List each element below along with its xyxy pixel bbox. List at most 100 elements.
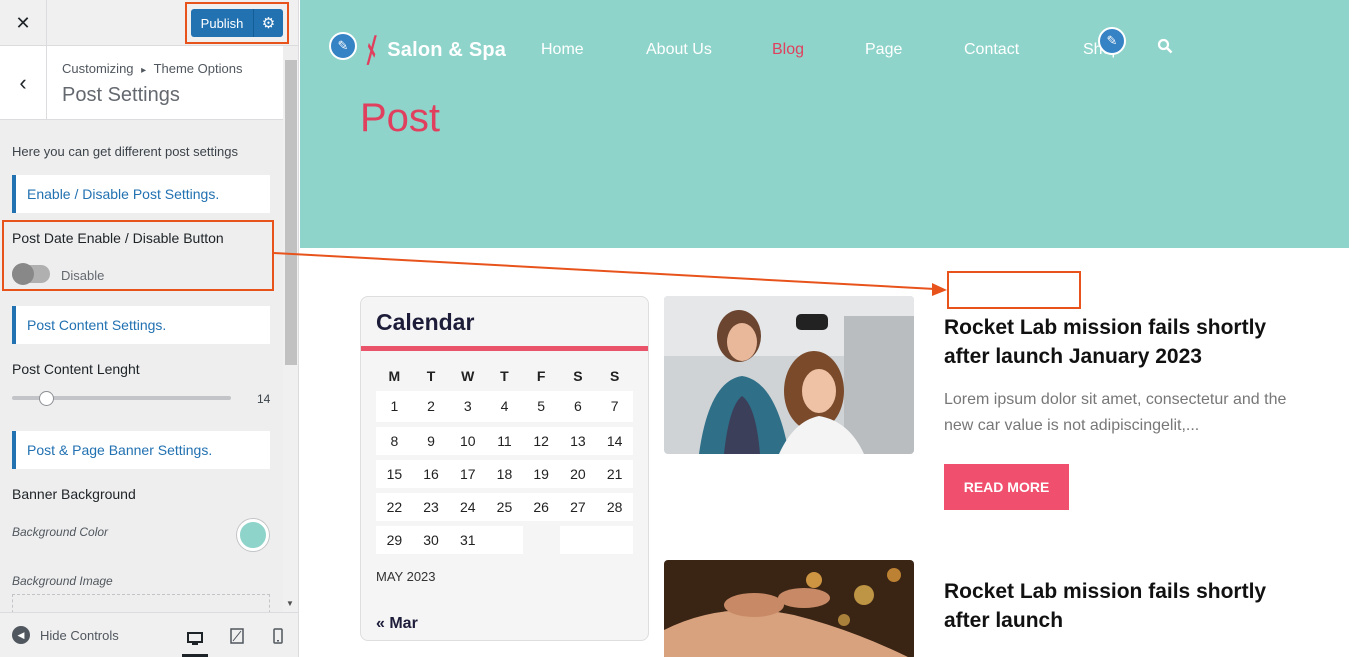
calendar-prev-month-link[interactable]: « Mar <box>376 615 418 633</box>
sidebar-scrollbar-thumb[interactable] <box>285 60 297 365</box>
post-date-toggle[interactable] <box>12 263 50 285</box>
section-title: Post Settings <box>62 84 180 106</box>
mobile-preview-button[interactable] <box>265 623 291 649</box>
desktop-icon <box>187 631 203 645</box>
enable-disable-heading: Enable / Disable Post Settings. <box>12 175 270 213</box>
read-more-button[interactable]: READ MORE <box>944 464 1069 510</box>
calendar-day: 22 <box>376 490 413 526</box>
section-header: ‹ Customizing ▸ Theme Options Post Setti… <box>0 46 283 120</box>
calendar-day <box>559 523 597 559</box>
tablet-preview-button[interactable] <box>224 623 250 649</box>
calendar-day: 14 <box>596 424 633 460</box>
mobile-icon <box>273 628 283 644</box>
calendar-day: 4 <box>486 391 523 427</box>
calendar-day: 20 <box>559 457 597 493</box>
calendar-table: M T W T F S S 1 2 3 4 5 6 7 8 9 10 11 12… <box>376 361 633 559</box>
calendar-day: 21 <box>596 457 633 493</box>
calendar-week: 1 2 3 4 5 6 7 <box>376 391 633 427</box>
post-date-highlight-box <box>947 271 1081 309</box>
post-content-length-value: 14 <box>257 392 271 406</box>
edit-menu-pencil-icon[interactable]: ✎ <box>1098 27 1126 55</box>
post-thumbnail[interactable] <box>664 560 914 657</box>
sidebar-scrollbar[interactable]: ▼ <box>283 60 298 612</box>
calendar-week: 29 30 31 <box>376 523 633 559</box>
post-title[interactable]: Rocket Lab mission fails shortly after l… <box>944 313 1299 371</box>
page-title: Post <box>360 96 441 140</box>
calendar-day: 12 <box>522 424 560 460</box>
scissors-logo-icon: ᚾ <box>357 32 387 68</box>
slider-handle[interactable] <box>39 391 54 406</box>
calendar-day: 9 <box>412 424 450 460</box>
calendar-day <box>522 523 560 559</box>
nav-page[interactable]: Page <box>865 41 902 59</box>
calendar-day: 7 <box>596 391 633 427</box>
sidebar-footer: ◀ Hide Controls <box>0 612 298 657</box>
calendar-day: 19 <box>522 457 560 493</box>
back-button[interactable]: ‹ <box>0 46 47 119</box>
nav-home[interactable]: Home <box>541 41 584 59</box>
search-icon[interactable] <box>1157 38 1173 59</box>
calendar-day: 25 <box>486 490 523 526</box>
background-image-label: Background Image <box>12 574 113 588</box>
logo-text: Salon & Spa <box>387 39 507 61</box>
nav-about-us[interactable]: About Us <box>646 41 712 59</box>
calendar-day <box>486 523 523 559</box>
breadcrumb-root: Customizing <box>62 61 134 76</box>
background-color-label: Background Color <box>12 525 109 539</box>
post-content-length-label: Post Content Lenght <box>12 361 140 377</box>
calendar-day: 3 <box>449 391 487 427</box>
tablet-icon <box>230 628 244 644</box>
calendar-day: 2 <box>412 391 450 427</box>
publish-button[interactable]: Publish <box>191 9 253 37</box>
post-content-heading: Post Content Settings. <box>12 306 270 344</box>
close-icon: ✕ <box>15 12 31 33</box>
weekday-header: M <box>388 368 401 384</box>
post-title[interactable]: Rocket Lab mission fails shortly after l… <box>944 577 1299 635</box>
sidebar-controls: Here you can get different post settings… <box>0 120 283 624</box>
site-preview: ✎ ᚾ Salon & Spa Home About Us Blog Page … <box>300 0 1349 657</box>
desktop-preview-button[interactable] <box>182 623 208 657</box>
edit-logo-pencil-icon[interactable]: ✎ <box>329 32 357 60</box>
publish-settings-button[interactable]: ⚙ <box>253 9 283 37</box>
calendar-day: 26 <box>522 490 560 526</box>
chevron-left-icon: ‹ <box>19 69 27 95</box>
calendar-day: 27 <box>559 490 597 526</box>
calendar-day: 5 <box>522 391 560 427</box>
massage-photo <box>664 560 914 657</box>
calendar-divider <box>361 346 648 351</box>
post-excerpt: Lorem ipsum dolor sit amet, consectetur … <box>944 391 1287 434</box>
calendar-day: 23 <box>412 490 450 526</box>
calendar-week: 22 23 24 25 26 27 28 <box>376 490 633 526</box>
calendar-caption: MAY 2023 <box>376 569 436 584</box>
weekday-header: S <box>609 368 620 384</box>
close-customizer-button[interactable]: ✕ <box>0 0 47 46</box>
weekday-header: T <box>500 368 509 384</box>
calendar-day: 6 <box>559 391 597 427</box>
hide-controls-label: Hide Controls <box>40 627 119 643</box>
breadcrumb-separator-icon: ▸ <box>141 65 147 76</box>
calendar-day: 10 <box>449 424 487 460</box>
weekday-header: T <box>426 368 436 384</box>
post-thumbnail[interactable] <box>664 296 914 454</box>
background-color-picker[interactable] <box>237 519 269 551</box>
hide-controls-button[interactable]: ◀ Hide Controls <box>12 626 119 644</box>
weekday-header: S <box>573 368 583 384</box>
calendar-week: 8 9 10 11 12 13 14 <box>376 424 633 460</box>
sidebar-header: ✕ Publish ⚙ <box>0 0 298 46</box>
calendar-day: 17 <box>449 457 487 493</box>
nav-contact[interactable]: Contact <box>964 41 1019 59</box>
site-logo[interactable]: ᚾ Salon & Spa <box>357 32 507 69</box>
calendar-day: 16 <box>412 457 450 493</box>
weekday-header: W <box>461 368 475 384</box>
weekday-header: F <box>536 368 546 384</box>
nav-blog[interactable]: Blog <box>772 41 804 59</box>
calendar-day: 11 <box>486 424 523 460</box>
calendar-day: 28 <box>596 490 633 526</box>
calendar-title: Calendar <box>376 309 475 335</box>
post-excerpt-cutoff <box>944 649 1284 657</box>
scroll-down-arrow-icon[interactable]: ▼ <box>286 599 294 608</box>
calendar-day: 18 <box>486 457 523 493</box>
calendar-day: 31 <box>449 523 487 559</box>
publish-highlight-box: Publish ⚙ <box>185 2 289 44</box>
gear-icon: ⚙ <box>261 15 276 32</box>
